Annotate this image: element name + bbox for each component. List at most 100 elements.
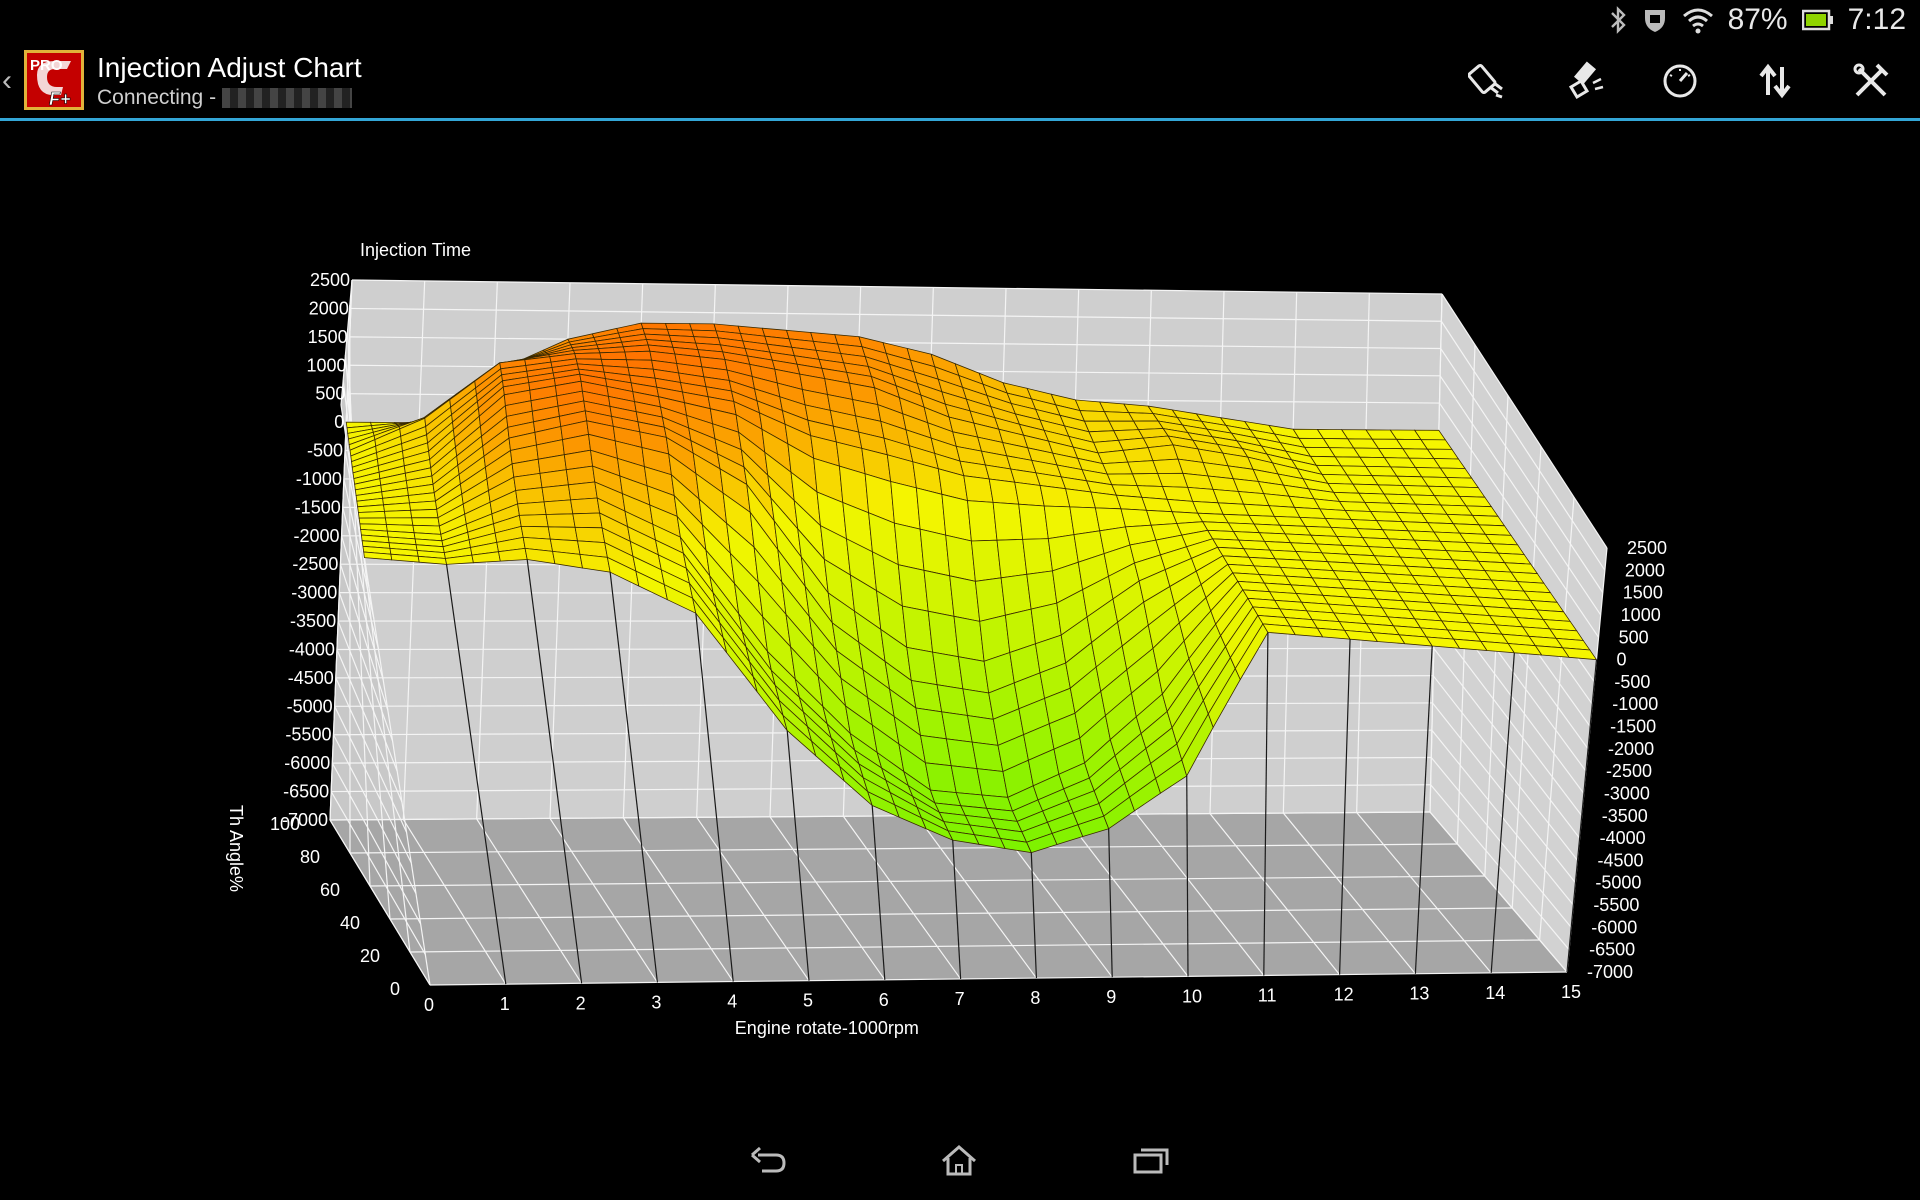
surface-cell <box>384 517 414 526</box>
surface-cell <box>515 487 545 505</box>
surface-cell <box>1018 503 1049 540</box>
z-tick-label-left: 2500 <box>310 270 350 290</box>
z-tick-label-right: -6000 <box>1591 917 1637 937</box>
x-tick-label: 10 <box>1182 986 1202 1006</box>
surface-cell <box>574 352 602 360</box>
z-tick-label-right: -5500 <box>1593 895 1639 915</box>
z-tick-label-right: 1500 <box>1623 583 1663 603</box>
surface-cell <box>941 493 972 542</box>
surface-cell <box>518 514 549 528</box>
back-caret-icon[interactable]: ‹ <box>2 64 12 98</box>
x-tick-label: 6 <box>879 990 889 1010</box>
surface-cell <box>1069 506 1101 536</box>
clock: 7:12 <box>1847 3 1906 36</box>
z-tick-label-left: -7000 <box>282 810 328 830</box>
z-tick-label-left: -500 <box>307 441 343 461</box>
app-logo[interactable]: PRO F+ <box>24 50 84 110</box>
z-tick-label-right: -4500 <box>1598 850 1644 870</box>
surface-cell <box>409 500 438 511</box>
x-tick-label: 8 <box>1030 988 1040 1008</box>
surface-cell <box>572 512 603 529</box>
logo-sub-text: F+ <box>49 89 71 107</box>
z-tick-label-right: 0 <box>1616 650 1626 670</box>
surface-cell <box>1152 458 1184 474</box>
spark-plug-button[interactable] <box>1560 56 1610 106</box>
x-tick-label: 12 <box>1334 985 1354 1005</box>
battery-percent: 87% <box>1727 3 1788 36</box>
surface-cell <box>517 501 547 516</box>
z-tick-label-right: -1000 <box>1612 694 1658 714</box>
surface-cell <box>541 484 572 503</box>
z-tick-label-left: -6000 <box>284 753 330 773</box>
z-tick-label-left: -4000 <box>289 639 335 659</box>
z-tick-label-left: 2000 <box>309 298 349 318</box>
surface-cell <box>967 500 998 542</box>
surface-cell <box>543 499 574 515</box>
x-tick-label: 2 <box>576 993 586 1013</box>
z-tick-label-right: -6500 <box>1589 940 1635 960</box>
surface-cell <box>919 528 951 577</box>
surface-cell <box>1102 461 1134 475</box>
z-tick-label-left: -2500 <box>292 554 338 574</box>
surface-cell <box>1106 473 1138 487</box>
nav-recents-button[interactable] <box>1128 1140 1174 1180</box>
tools-button[interactable] <box>1846 56 1896 106</box>
connection-status-text: Connecting - <box>97 86 217 109</box>
x-tick-label: 3 <box>651 992 661 1012</box>
y-axis-title: Th Angle% <box>226 805 246 892</box>
page-title: Injection Adjust Chart <box>97 52 362 83</box>
tools-icon <box>1853 63 1889 97</box>
z-tick-label-right: -7000 <box>1587 962 1633 982</box>
surface-cell <box>945 534 976 582</box>
status-icons: 87% 7:12 <box>1608 0 1906 40</box>
surface-cell <box>970 539 1002 582</box>
injector-button[interactable] <box>1463 56 1513 106</box>
z-tick-label-left: 1500 <box>308 327 348 347</box>
y-tick-label: 20 <box>360 946 380 966</box>
surface-cell <box>996 538 1028 579</box>
surface-cell <box>915 487 947 536</box>
surface-cell <box>547 526 578 542</box>
surface-cell <box>411 517 440 527</box>
surface-cell <box>1043 505 1075 540</box>
surface-cell <box>574 526 606 544</box>
z-tick-label-right: -3000 <box>1604 783 1650 803</box>
z-tick-label-left: -6500 <box>283 782 329 802</box>
wifi-icon <box>1682 8 1713 34</box>
z-tick-label-left: 0 <box>334 412 344 432</box>
y-tick-label: 60 <box>320 880 340 900</box>
x-tick-label: 0 <box>424 995 434 1015</box>
transfer-button[interactable] <box>1750 56 1800 106</box>
surface-cell <box>1026 570 1058 610</box>
surface-cell <box>974 577 1006 622</box>
z-tick-label-right: 500 <box>1619 627 1649 647</box>
injector-icon <box>1468 63 1503 99</box>
surface-cell <box>567 481 598 501</box>
z-tick-label-left: -5500 <box>285 725 331 745</box>
z-tick-label-left: -5000 <box>287 696 333 716</box>
surface-cell <box>357 510 386 519</box>
battery-icon <box>1801 9 1833 31</box>
surface-cell <box>570 497 601 515</box>
transfer-icon <box>1759 63 1791 99</box>
surface-cell <box>565 465 596 486</box>
z-tick-label-right: -1500 <box>1610 717 1656 737</box>
x-tick-label: 13 <box>1409 984 1429 1004</box>
x-tick-label: 5 <box>803 991 813 1011</box>
z-tick-label-left: -3500 <box>290 611 336 631</box>
x-tick-label: 11 <box>1258 985 1277 1005</box>
injection-surface-chart[interactable]: 0 1 2 3 4 5 6 7 8 9 10 11 12 13 14 15020406080100250020… <box>0 121 1920 1121</box>
z-tick-label-right: 2500 <box>1627 538 1667 558</box>
spark-plug-icon <box>1568 61 1604 100</box>
x-tick-label: 9 <box>1106 987 1116 1007</box>
nav-home-button[interactable] <box>936 1140 982 1180</box>
z-tick-label-right: -2000 <box>1608 739 1654 759</box>
connection-status: Connecting - <box>97 86 353 110</box>
surface-cell <box>545 513 576 528</box>
y-tick-label: 0 <box>390 979 400 999</box>
nav-back-button[interactable] <box>745 1140 791 1180</box>
back-icon <box>751 1146 786 1173</box>
gauge-button[interactable] <box>1655 56 1705 106</box>
surface-cell <box>1022 538 1053 575</box>
surface-cell <box>992 501 1024 541</box>
